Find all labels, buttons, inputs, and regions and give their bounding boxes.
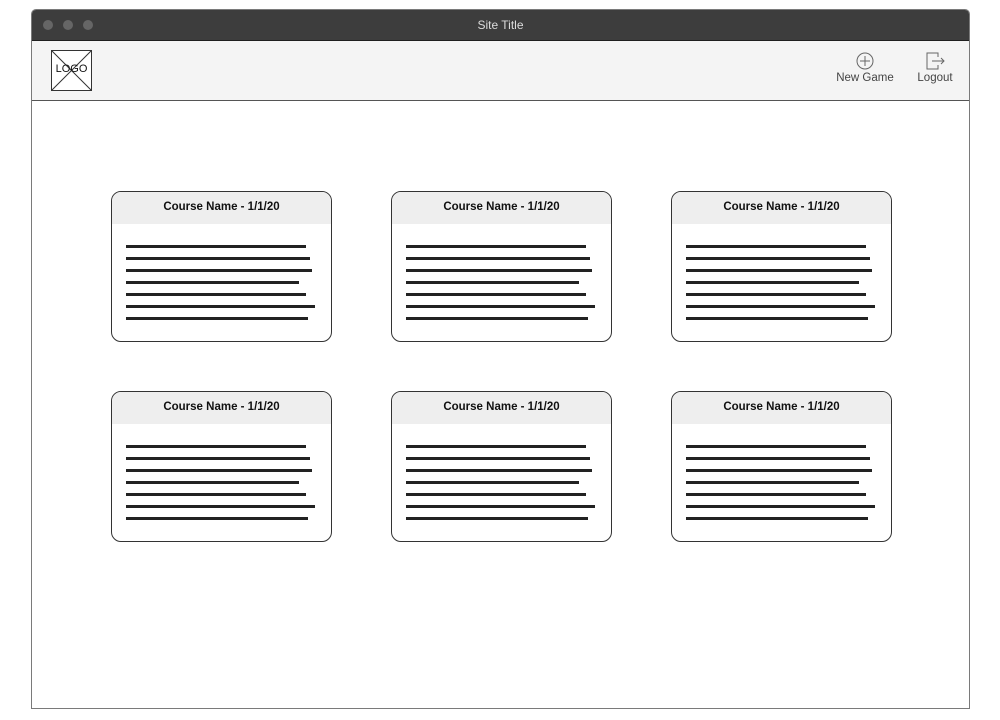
course-card-title: Course Name - 1/1/20 — [392, 392, 611, 424]
text-line — [686, 281, 859, 284]
course-card-body — [672, 224, 891, 320]
course-card-title: Course Name - 1/1/20 — [392, 192, 611, 224]
course-card-title: Course Name - 1/1/20 — [112, 192, 331, 224]
site-header: LOGO New Game Logout — [32, 41, 969, 101]
text-line — [686, 257, 870, 260]
text-line — [406, 245, 586, 248]
text-line — [126, 457, 310, 460]
text-line — [686, 481, 859, 484]
text-line — [686, 517, 868, 520]
text-line — [126, 245, 306, 248]
text-line — [406, 469, 592, 472]
new-game-label: New Game — [836, 72, 894, 84]
text-line — [126, 517, 308, 520]
logout-button[interactable]: Logout — [910, 51, 960, 84]
text-line — [686, 317, 868, 320]
logo[interactable]: LOGO — [51, 50, 92, 91]
text-line — [686, 445, 866, 448]
text-line — [406, 305, 595, 308]
text-line — [126, 317, 308, 320]
text-line — [686, 293, 866, 296]
course-card-title: Course Name - 1/1/20 — [112, 392, 331, 424]
course-card-title: Course Name - 1/1/20 — [672, 192, 891, 224]
text-line — [126, 505, 315, 508]
window-title: Site Title — [477, 18, 524, 32]
text-line — [686, 457, 870, 460]
text-line — [126, 445, 306, 448]
new-game-button[interactable]: New Game — [832, 51, 898, 84]
text-line — [406, 493, 586, 496]
text-line — [686, 305, 875, 308]
plus-circle-icon — [856, 52, 874, 70]
text-line — [126, 257, 310, 260]
text-line — [126, 293, 306, 296]
text-line — [686, 245, 866, 248]
text-line — [406, 257, 590, 260]
course-card[interactable]: Course Name - 1/1/20 — [111, 191, 332, 342]
text-line — [126, 481, 299, 484]
text-line — [406, 517, 588, 520]
text-line — [406, 445, 586, 448]
logout-label: Logout — [917, 72, 953, 84]
course-card[interactable]: Course Name - 1/1/20 — [111, 391, 332, 542]
text-line — [126, 281, 299, 284]
title-bar: Site Title — [32, 10, 969, 41]
text-line — [126, 305, 315, 308]
text-line — [126, 469, 312, 472]
text-line — [406, 317, 588, 320]
text-line — [686, 269, 872, 272]
course-card[interactable]: Course Name - 1/1/20 — [391, 391, 612, 542]
text-line — [406, 281, 579, 284]
logout-icon — [926, 52, 945, 70]
course-card-title: Course Name - 1/1/20 — [672, 392, 891, 424]
app-window: Site Title LOGO New Game Logout Course N… — [31, 9, 970, 709]
text-line — [406, 269, 592, 272]
text-line — [406, 481, 579, 484]
text-line — [686, 493, 866, 496]
course-card-body — [112, 224, 331, 320]
course-card-body — [672, 424, 891, 520]
course-card[interactable]: Course Name - 1/1/20 — [671, 391, 892, 542]
text-line — [406, 505, 595, 508]
text-line — [406, 457, 590, 460]
text-line — [406, 293, 586, 296]
course-card-body — [392, 224, 611, 320]
text-line — [126, 269, 312, 272]
course-card-body — [392, 424, 611, 520]
logo-text: LOGO — [55, 63, 88, 75]
text-line — [686, 469, 872, 472]
course-card[interactable]: Course Name - 1/1/20 — [671, 191, 892, 342]
text-line — [686, 505, 875, 508]
course-card[interactable]: Course Name - 1/1/20 — [391, 191, 612, 342]
text-line — [126, 493, 306, 496]
course-card-body — [112, 424, 331, 520]
